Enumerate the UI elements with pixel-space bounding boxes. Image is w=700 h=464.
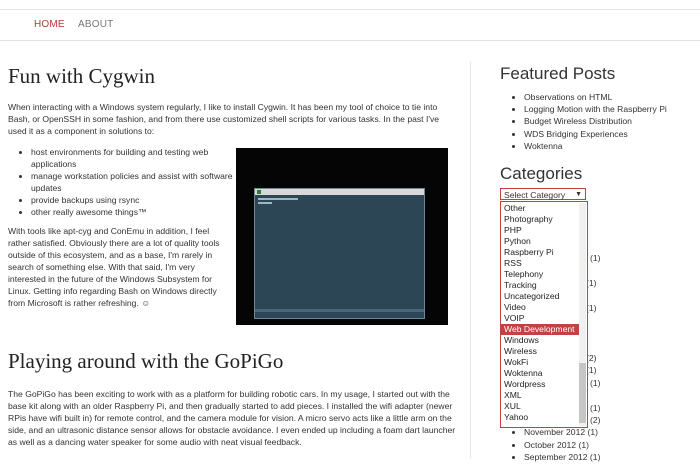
terminal-line (258, 202, 272, 204)
post-bullet-list: host environments for building and testi… (18, 146, 241, 218)
featured-post-link[interactable]: Logging Motion with the Raspberry Pi (524, 103, 700, 115)
dropdown-option[interactable]: Video (501, 302, 579, 313)
dropdown-option[interactable]: Wordpress (501, 379, 579, 390)
terminal-line (258, 198, 298, 200)
dropdown-option[interactable]: Photography (501, 214, 579, 225)
dropdown-scrollbar[interactable] (579, 203, 586, 426)
category-count: (1) (590, 253, 601, 263)
dropdown-option[interactable]: VOIP (501, 313, 579, 324)
post-title-cygwin[interactable]: Fun with Cygwin (8, 64, 155, 89)
archive-link[interactable]: October 2012 (1) (524, 439, 700, 452)
dropdown-option[interactable]: Telephony (501, 269, 579, 280)
categories-title: Categories (500, 164, 583, 183)
featured-posts-title: Featured Posts (500, 64, 616, 83)
category-select-value: Select Category (504, 190, 566, 200)
terminal-titlebar (255, 189, 424, 195)
scrollbar-thumb[interactable] (579, 363, 586, 423)
dropdown-option[interactable]: Python (501, 236, 579, 247)
dropdown-option-selected[interactable]: Web Development (501, 324, 579, 335)
dropdown-option[interactable]: XUL (501, 401, 579, 412)
dropdown-option[interactable]: Other (501, 203, 579, 214)
dropdown-option[interactable]: Uncategorized (501, 291, 579, 302)
featured-post-link[interactable]: Observations on HTML (524, 91, 700, 103)
category-count: (2) (590, 415, 601, 425)
terminal-window-image (254, 188, 425, 319)
category-count: (1) (590, 403, 601, 413)
top-navigation: HOME ABOUT (0, 0, 700, 41)
category-dropdown-list[interactable]: Other Photography PHP Python Raspberry P… (500, 201, 588, 428)
main-content: Fun with Cygwin When interacting with a … (8, 40, 458, 458)
terminal-statusbar (255, 309, 424, 312)
list-item: other really awesome things™ (31, 206, 241, 218)
dropdown-option[interactable]: WokFi (501, 357, 579, 368)
dropdown-option[interactable]: Wireless (501, 346, 579, 357)
archive-link[interactable]: September 2012 (1) (524, 451, 700, 464)
post-body-paragraph: The GoPiGo has been exciting to work wit… (8, 389, 456, 447)
dropdown-option[interactable]: Woktenna (501, 368, 579, 379)
archive-link[interactable]: November 2012 (1) (524, 426, 700, 439)
dropdown-option[interactable]: Raspberry Pi (501, 247, 579, 258)
list-item: provide backups using rsync (31, 194, 241, 206)
list-item: host environments for building and testi… (31, 146, 241, 170)
chevron-down-icon[interactable]: ▼ (575, 189, 582, 201)
dropdown-option[interactable]: RSS (501, 258, 579, 269)
terminal-app-icon (257, 190, 261, 194)
featured-post-link[interactable]: Woktenna (524, 140, 700, 152)
nav-about-link[interactable]: ABOUT (78, 19, 113, 30)
post-screenshot-image (236, 148, 448, 325)
post-followup-paragraph: With tools like apt-cyg and ConEmu in ad… (8, 226, 220, 308)
list-item: manage workstation policies and assist w… (31, 170, 241, 194)
nav-home-link[interactable]: HOME (34, 19, 65, 30)
dropdown-option[interactable]: Windows (501, 335, 579, 346)
featured-post-link[interactable]: WDS Bridging Experiences (524, 128, 700, 140)
sidebar-divider (470, 62, 471, 458)
dropdown-option[interactable]: XML (501, 390, 579, 401)
post-intro-paragraph: When interacting with a Windows system r… (8, 102, 440, 136)
top-divider (0, 9, 700, 10)
dropdown-option[interactable]: PHP (501, 225, 579, 236)
featured-post-link[interactable]: Budget Wireless Distribution (524, 115, 700, 127)
category-count: (1) (590, 378, 601, 388)
dropdown-option[interactable]: Yahoo (501, 412, 579, 423)
featured-posts-list: Observations on HTML Logging Motion with… (510, 91, 700, 152)
post-title-gopigo[interactable]: Playing around with the GoPiGo (8, 349, 283, 374)
dropdown-option[interactable]: Tracking (501, 280, 579, 291)
category-select[interactable]: Select Category ▼ (500, 188, 586, 200)
